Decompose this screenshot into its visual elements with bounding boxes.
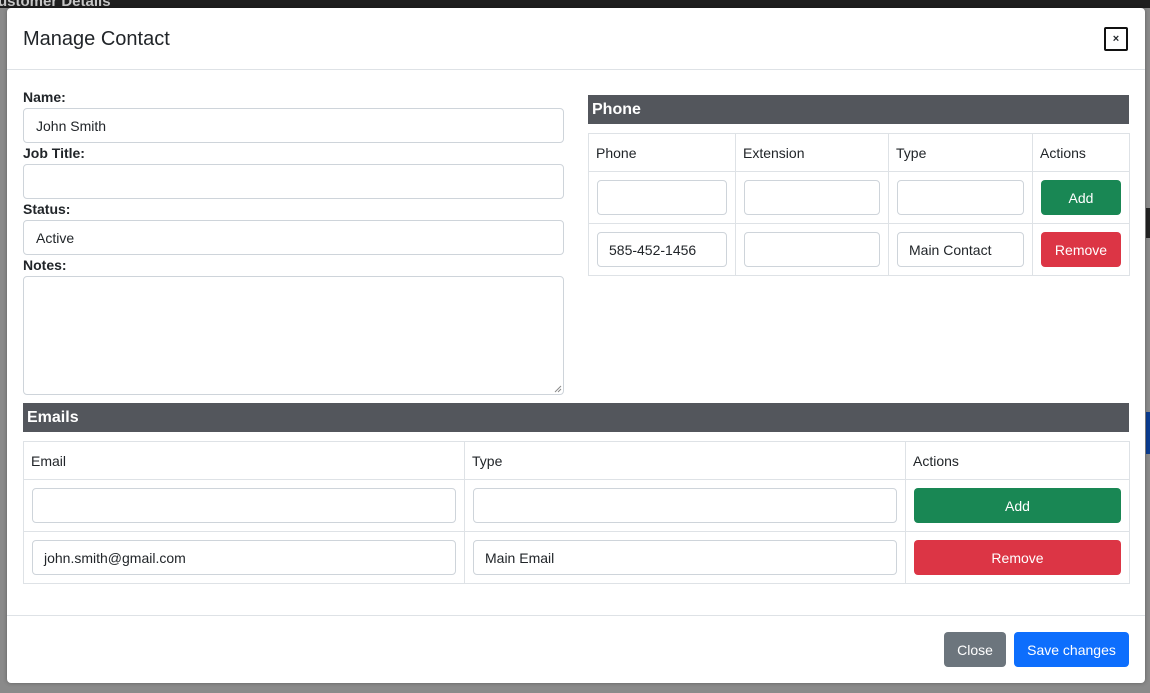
phone-add-cell: Add [1032,171,1130,224]
email-add-cell: Add [905,479,1130,532]
notes-label: Notes: [23,257,67,273]
resize-grip-icon[interactable] [554,385,562,393]
new-phone-type-cell [888,171,1033,224]
save-changes-button[interactable]: Save changes [1014,632,1129,667]
new-phone-input[interactable] [597,180,727,215]
name-input[interactable]: John Smith [23,108,564,143]
phone-input[interactable]: 585-452-1456 [597,232,727,267]
new-email-type-input[interactable] [473,488,897,523]
phone-section-header: Phone [588,95,1129,124]
close-button[interactable]: Close [944,632,1006,667]
notes-textarea[interactable] [23,276,564,395]
modal-footer: Close Save changes [7,615,1145,683]
name-label: Name: [23,89,66,105]
column-header-email-actions: Actions [905,441,1130,480]
emails-table-header-row: Email Type Actions [23,441,1130,480]
extension-cell [735,223,889,276]
modal-header: Manage Contact × [7,8,1145,70]
new-email-type-cell [464,479,906,532]
email-type-cell: Main Email [464,531,906,584]
email-new-row: Add [23,479,1130,532]
close-icon[interactable]: × [1104,27,1128,51]
phone-type-input[interactable]: Main Contact [897,232,1024,267]
remove-email-button[interactable]: Remove [914,540,1121,575]
emails-section-header: Emails [23,403,1129,432]
phone-cell: 585-452-1456 [588,223,736,276]
email-cell: john.smith@gmail.com [23,531,465,584]
phone-type-cell: Main Contact [888,223,1033,276]
phone-remove-cell: Remove [1032,223,1130,276]
email-type-input[interactable]: Main Email [473,540,897,575]
email-remove-cell: Remove [905,531,1130,584]
column-header-email-type: Type [464,441,906,480]
status-label: Status: [23,201,71,217]
emails-table: Email Type Actions Add john.smith@gmail.… [23,441,1130,584]
add-phone-button[interactable]: Add [1041,180,1121,215]
phone-table: Phone Extension Type Actions Add 585-452… [588,133,1130,276]
new-email-cell [23,479,465,532]
column-header-email: Email [23,441,465,480]
add-email-button[interactable]: Add [914,488,1121,523]
new-extension-cell [735,171,889,224]
column-header-phone: Phone [588,133,736,172]
column-header-type: Type [888,133,1033,172]
new-phone-type-input[interactable] [897,180,1024,215]
remove-phone-button[interactable]: Remove [1041,232,1121,267]
table-row: john.smith@gmail.com Main Email Remove [23,531,1130,584]
column-header-actions: Actions [1032,133,1130,172]
phone-new-row: Add [588,171,1130,224]
new-phone-cell [588,171,736,224]
job-title-input[interactable] [23,164,564,199]
new-extension-input[interactable] [744,180,880,215]
new-email-input[interactable] [32,488,456,523]
column-header-extension: Extension [735,133,889,172]
email-input[interactable]: john.smith@gmail.com [32,540,456,575]
extension-input[interactable] [744,232,880,267]
phone-table-header-row: Phone Extension Type Actions [588,133,1130,172]
table-row: 585-452-1456 Main Contact Remove [588,223,1130,276]
modal-title: Manage Contact [23,28,170,50]
manage-contact-modal: Manage Contact × Name: John Smith Job Ti… [7,8,1145,683]
job-title-label: Job Title: [23,145,85,161]
status-input[interactable]: Active [23,220,564,255]
